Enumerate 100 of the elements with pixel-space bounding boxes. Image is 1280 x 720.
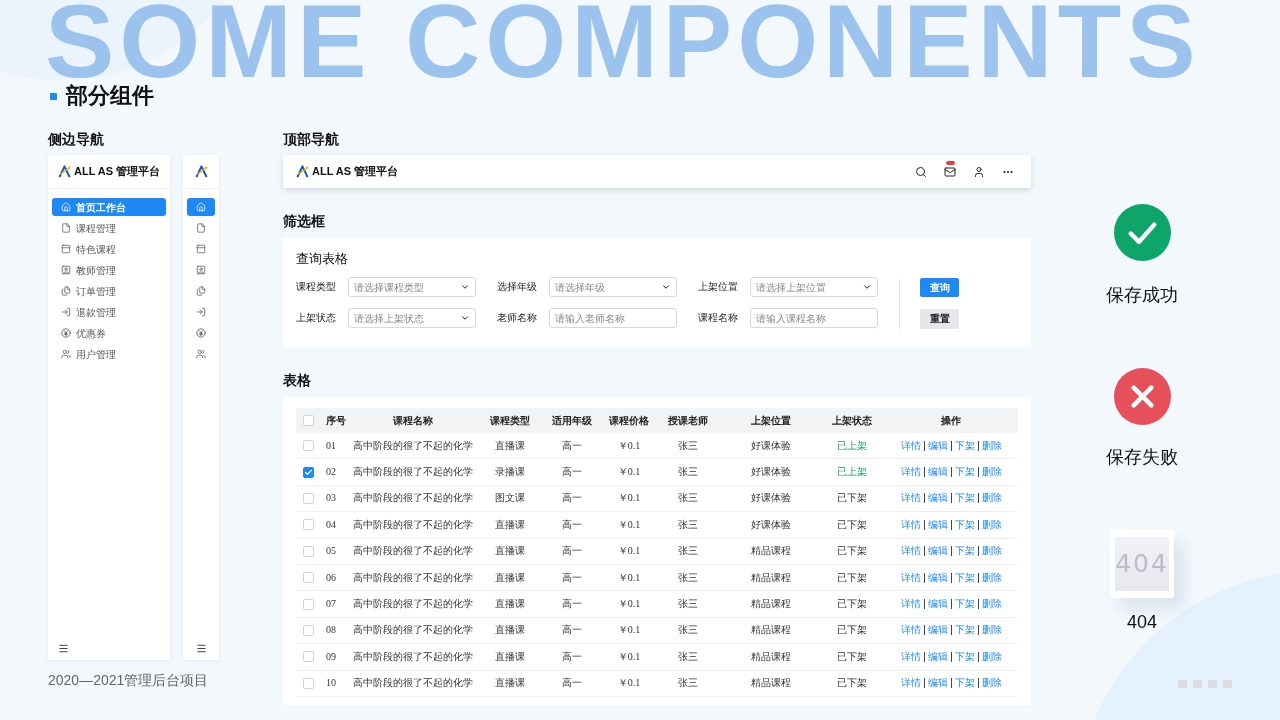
reset-button[interactable]: 重置 <box>920 309 959 329</box>
table-cell: 08 <box>326 623 336 638</box>
table-cell: 直播课 <box>495 544 525 559</box>
status-cell: 已下架 <box>837 544 867 559</box>
action-link[interactable]: 编辑 <box>927 649 948 664</box>
action-link[interactable]: 下架 <box>954 676 975 691</box>
menu-icon[interactable] <box>195 643 207 654</box>
column-header: 序号 <box>326 413 346 428</box>
table-cell: 高一 <box>562 570 582 585</box>
action-link[interactable]: 编辑 <box>927 544 948 559</box>
select-field[interactable]: 请选择年级 <box>549 277 677 297</box>
sidebar-item[interactable] <box>187 198 215 216</box>
field-label: 上架状态 <box>296 311 337 325</box>
mail-icon[interactable] <box>944 165 956 178</box>
table-cell: 高中阶段的很了不起的化学 <box>353 570 473 585</box>
table-cell: 好课体验 <box>751 465 791 480</box>
sidebar-item[interactable]: 用户管理 <box>52 345 166 363</box>
action-link[interactable]: 详情 <box>900 570 921 585</box>
status-cell: 已下架 <box>837 517 867 532</box>
status-cell: 已下架 <box>837 597 867 612</box>
action-link[interactable]: 删除 <box>981 491 1002 506</box>
action-link[interactable]: 删除 <box>981 597 1002 612</box>
menu-icon[interactable] <box>58 643 69 654</box>
user-square-icon <box>61 265 71 275</box>
action-link[interactable]: 删除 <box>981 544 1002 559</box>
action-link[interactable]: 编辑 <box>927 597 948 612</box>
select-field[interactable]: 请选择上架位置 <box>750 277 878 297</box>
action-link[interactable]: 详情 <box>900 438 921 453</box>
table-cell: 张三 <box>678 491 698 506</box>
table-cell: 好课体验 <box>751 491 791 506</box>
table-cell: ￥0.1 <box>617 676 641 691</box>
action-link[interactable]: 编辑 <box>927 517 948 532</box>
check-icon <box>303 467 313 477</box>
action-link[interactable]: 删除 <box>981 438 1002 453</box>
sidebar-item[interactable]: 优惠券 <box>52 324 166 342</box>
action-link[interactable]: 详情 <box>900 491 921 506</box>
action-link[interactable]: 详情 <box>900 597 921 612</box>
action-link[interactable]: 编辑 <box>927 491 948 506</box>
action-link[interactable]: 删除 <box>981 649 1002 664</box>
table-cell: 高中阶段的很了不起的化学 <box>353 649 473 664</box>
sidebar-item[interactable]: 特色课程 <box>52 240 166 258</box>
action-link[interactable]: 下架 <box>954 517 975 532</box>
select-field[interactable]: 请选择上架状态 <box>348 308 476 328</box>
table-cell: 高中阶段的很了不起的化学 <box>353 597 473 612</box>
action-link[interactable]: 下架 <box>954 544 975 559</box>
action-link[interactable]: 详情 <box>900 544 921 559</box>
column-header: 适用年级 <box>552 413 592 428</box>
action-link[interactable]: 详情 <box>900 649 921 664</box>
text-input[interactable]: 请输入课程名称 <box>750 308 878 328</box>
column-header: 课程价格 <box>609 413 649 428</box>
user-icon[interactable] <box>973 165 985 178</box>
action-link[interactable]: 删除 <box>981 517 1002 532</box>
action-link[interactable]: 编辑 <box>927 676 948 691</box>
action-link[interactable]: 编辑 <box>927 623 948 638</box>
table-cell: ￥0.1 <box>617 517 641 532</box>
search-button[interactable]: 查询 <box>920 278 959 297</box>
bullet-square-icon <box>50 92 57 100</box>
chevron-down-icon <box>862 282 872 292</box>
column-header: 课程名称 <box>393 413 433 428</box>
action-link[interactable]: 下架 <box>954 570 975 585</box>
action-link[interactable]: 删除 <box>981 570 1002 585</box>
action-link[interactable]: 下架 <box>954 465 975 480</box>
action-link[interactable]: 删除 <box>981 623 1002 638</box>
select-field[interactable]: 请选择课程类型 <box>348 277 476 297</box>
search-icon[interactable] <box>915 165 927 178</box>
table-cell: ￥0.1 <box>617 438 641 453</box>
action-link[interactable]: 下架 <box>954 623 975 638</box>
action-link[interactable]: 详情 <box>900 623 921 638</box>
sidebar-item[interactable]: 退款管理 <box>52 303 166 321</box>
section-label: 顶部导航 <box>283 130 340 149</box>
table-cell: 10 <box>326 676 336 691</box>
files-icon <box>196 286 206 296</box>
sidebar-item[interactable]: 首页工作台 <box>52 198 166 216</box>
file-icon <box>196 223 206 233</box>
status-label: 保存失败 <box>1106 446 1178 469</box>
sidebar-item[interactable]: 教师管理 <box>52 261 166 279</box>
action-link[interactable]: 删除 <box>981 676 1002 691</box>
status-cell: 已上架 <box>837 438 867 453</box>
action-link[interactable]: 编辑 <box>927 465 948 480</box>
table-cell: 好课体验 <box>751 438 791 453</box>
action-link[interactable]: 下架 <box>954 438 975 453</box>
checkbox[interactable] <box>302 466 314 478</box>
action-link[interactable]: 详情 <box>900 676 921 691</box>
action-link[interactable]: 删除 <box>981 465 1002 480</box>
table-cell: ￥0.1 <box>617 623 641 638</box>
action-link[interactable]: 编辑 <box>927 570 948 585</box>
action-link[interactable]: 详情 <box>900 517 921 532</box>
sidebar-item[interactable]: 课程管理 <box>52 219 166 237</box>
users-icon <box>196 349 206 359</box>
action-link[interactable]: 下架 <box>954 597 975 612</box>
table-cell: 高一 <box>562 517 582 532</box>
text-input[interactable]: 请输入老师名称 <box>549 308 677 328</box>
sidebar-item[interactable]: 订单管理 <box>52 282 166 300</box>
action-link[interactable]: 下架 <box>954 649 975 664</box>
table-cell: 高一 <box>562 438 582 453</box>
action-link[interactable]: 编辑 <box>927 438 948 453</box>
brand-name: ALL AS 管理平台 <box>312 164 399 180</box>
action-link[interactable]: 详情 <box>900 465 921 480</box>
table-cell: 精品课程 <box>751 649 791 664</box>
action-link[interactable]: 下架 <box>954 491 975 506</box>
